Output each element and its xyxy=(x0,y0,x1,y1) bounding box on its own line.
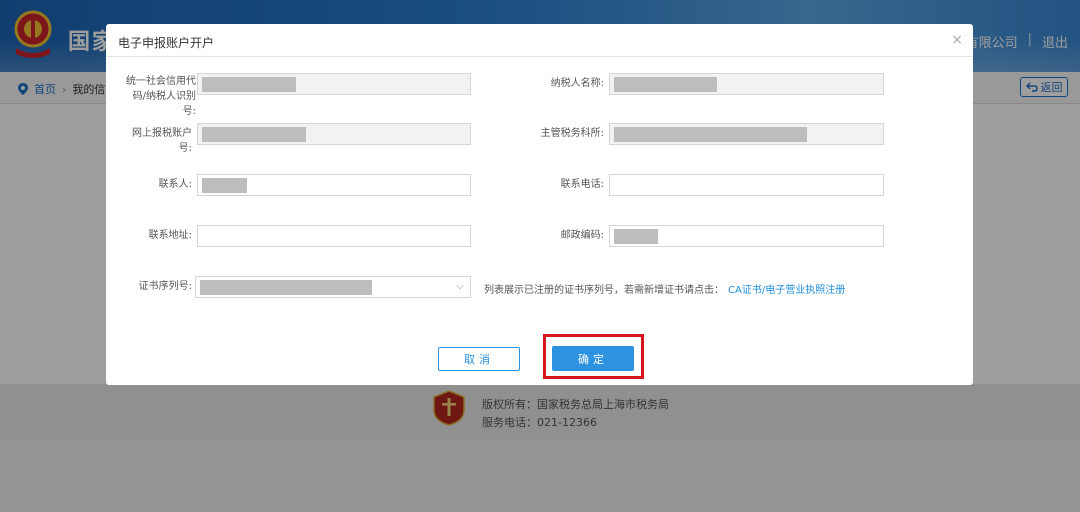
redacted-value xyxy=(202,178,247,193)
cert-hint: 列表展示已注册的证书序列号，若需新增证书请点击： CA证书/电子营业执照注册 xyxy=(484,281,845,296)
postal-code-input[interactable] xyxy=(609,225,884,247)
redacted-value xyxy=(614,77,717,92)
taxpayer-name-label: 纳税人名称: xyxy=(550,78,604,89)
contact-phone-label: 联系电话: xyxy=(560,179,604,190)
redacted-value xyxy=(200,280,372,295)
credit-code-field xyxy=(197,73,471,95)
online-account-label: 网上报税账户号: xyxy=(132,128,192,154)
cancel-button[interactable]: 取消 xyxy=(438,347,520,371)
address-input[interactable] xyxy=(197,225,471,247)
contact-person-input[interactable] xyxy=(197,174,471,196)
modal-header: 电子申报账户开户 × xyxy=(106,24,973,57)
contact-person-label: 联系人: xyxy=(158,179,192,190)
taxpayer-name-field xyxy=(609,73,884,95)
credit-code-label: 统一社会信用代码/纳税人识别号: xyxy=(126,76,196,117)
redacted-value xyxy=(202,127,306,142)
chevron-down-icon: ⌵ xyxy=(456,281,464,292)
online-account-field xyxy=(197,123,471,145)
close-icon[interactable]: × xyxy=(951,32,963,48)
tax-office-field xyxy=(609,123,884,145)
cert-hint-text: 列表展示已注册的证书序列号，若需新增证书请点击： xyxy=(484,285,724,296)
cert-serial-select[interactable]: ⌵ xyxy=(195,276,471,298)
tax-office-label: 主管税务科所: xyxy=(540,128,604,139)
ca-cert-register-link[interactable]: CA证书/电子营业执照注册 xyxy=(728,285,845,296)
contact-phone-input[interactable] xyxy=(609,174,884,196)
redacted-value xyxy=(614,229,658,244)
redacted-value xyxy=(202,77,296,92)
address-label: 联系地址: xyxy=(148,230,192,241)
postal-code-label: 邮政编码: xyxy=(560,230,604,241)
modal-title: 电子申报账户开户 xyxy=(118,36,215,50)
account-open-modal: 电子申报账户开户 × 统一社会信用代码/纳税人识别号: 纳税人名称: 网上报税账… xyxy=(106,24,973,385)
redacted-value xyxy=(614,127,807,142)
cert-serial-label: 证书序列号: xyxy=(138,281,192,292)
confirm-button[interactable]: 确定 xyxy=(552,346,634,371)
